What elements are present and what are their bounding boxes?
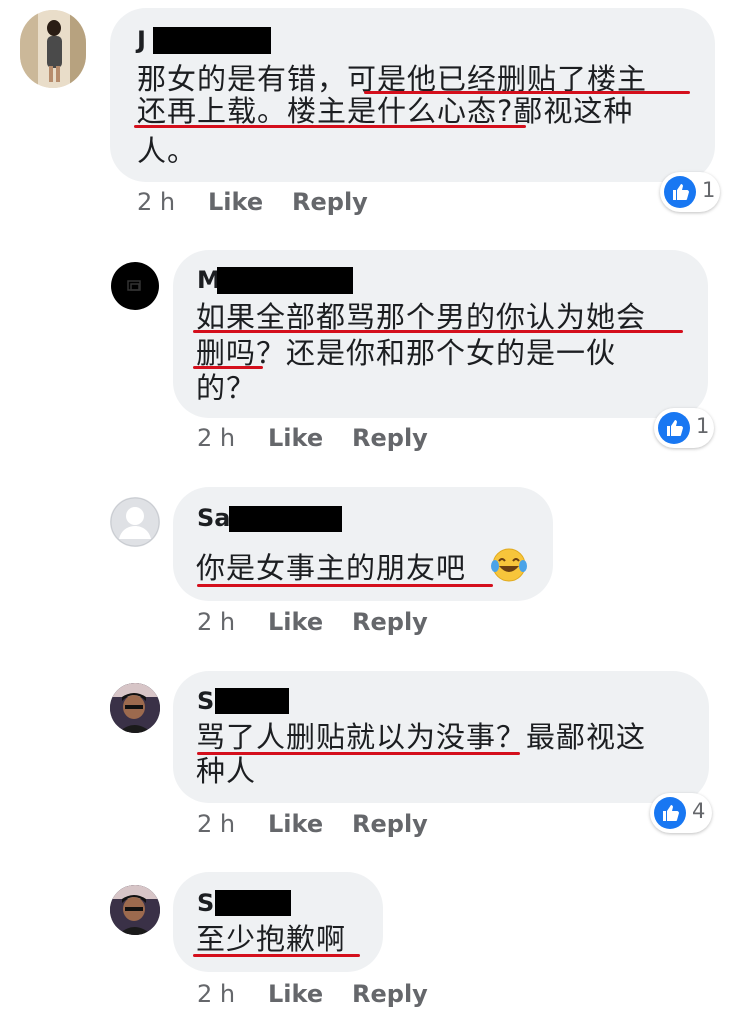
avatar[interactable]	[110, 497, 160, 547]
reply-button[interactable]: Reply	[352, 424, 428, 452]
like-button[interactable]: Like	[268, 608, 323, 636]
red-underline	[193, 330, 683, 333]
redacted-name-bar	[229, 506, 342, 532]
red-underline	[134, 125, 526, 128]
reaction-count-label: 4	[692, 799, 706, 823]
comment-line-3: 人。	[137, 134, 198, 168]
comment-line-1: 你是女事主的朋友吧	[196, 551, 467, 585]
like-button[interactable]: Like	[208, 188, 263, 216]
like-button[interactable]: Like	[268, 980, 323, 1008]
red-underline	[197, 584, 493, 587]
like-thumb-icon	[658, 412, 690, 444]
avatar[interactable]	[20, 10, 86, 88]
reaction-count[interactable]: 1	[654, 408, 714, 448]
author-name[interactable]: S	[197, 687, 214, 715]
redacted-name-bar	[215, 890, 291, 916]
avatar[interactable]	[110, 683, 160, 733]
author-name[interactable]: Sa	[197, 504, 230, 532]
reply-button[interactable]: Reply	[292, 188, 368, 216]
reply-button[interactable]: Reply	[352, 980, 428, 1008]
red-underline	[193, 954, 360, 957]
redacted-name-bar	[215, 688, 289, 714]
timestamp[interactable]: 2 h	[197, 424, 235, 452]
timestamp[interactable]: 2 h	[197, 608, 235, 636]
comment-line-1: 至少抱歉啊	[196, 922, 347, 956]
comment-line-2: 种人	[196, 754, 257, 788]
like-thumb-icon	[654, 797, 686, 829]
reply-button[interactable]: Reply	[352, 810, 428, 838]
reaction-count[interactable]: 1	[660, 172, 720, 212]
timestamp[interactable]: 2 h	[197, 980, 235, 1008]
woman-photo-icon	[20, 10, 86, 88]
man-photo-icon	[110, 683, 160, 733]
comment-1: J 那女的是有错，可是他已经删贴了楼主 还再上载。楼主是什么心态?鄙视这种 人。…	[0, 0, 745, 230]
avatar[interactable]	[110, 885, 160, 935]
red-underline	[197, 752, 520, 755]
comment-line-3: 的？	[196, 371, 257, 405]
comment-line-1: 骂了人删贴就以为没事？最鄙视这	[196, 720, 647, 754]
comment-5: S 至少抱歉啊 2 h Like Reply	[0, 0, 745, 1008]
red-underline	[364, 91, 690, 94]
reaction-count[interactable]: 4	[650, 793, 712, 833]
author-name[interactable]: S	[197, 889, 214, 917]
reply-button[interactable]: Reply	[352, 608, 428, 636]
avatar[interactable]	[111, 262, 159, 310]
author-name[interactable]: J	[137, 26, 146, 54]
reaction-count-label: 1	[696, 414, 710, 438]
reaction-count-label: 1	[702, 178, 716, 202]
laughing-tears-emoji	[490, 546, 528, 584]
timestamp[interactable]: 2 h	[197, 810, 235, 838]
timestamp[interactable]: 2 h	[137, 188, 175, 216]
man-photo-icon	[110, 885, 160, 935]
like-button[interactable]: Like	[268, 424, 323, 452]
redacted-name-bar	[217, 267, 353, 294]
logo-icon	[127, 280, 141, 291]
like-button[interactable]: Like	[268, 810, 323, 838]
default-person-icon	[110, 497, 160, 547]
red-underline	[193, 366, 263, 369]
like-thumb-icon	[664, 176, 696, 208]
redacted-name-bar	[153, 27, 271, 54]
